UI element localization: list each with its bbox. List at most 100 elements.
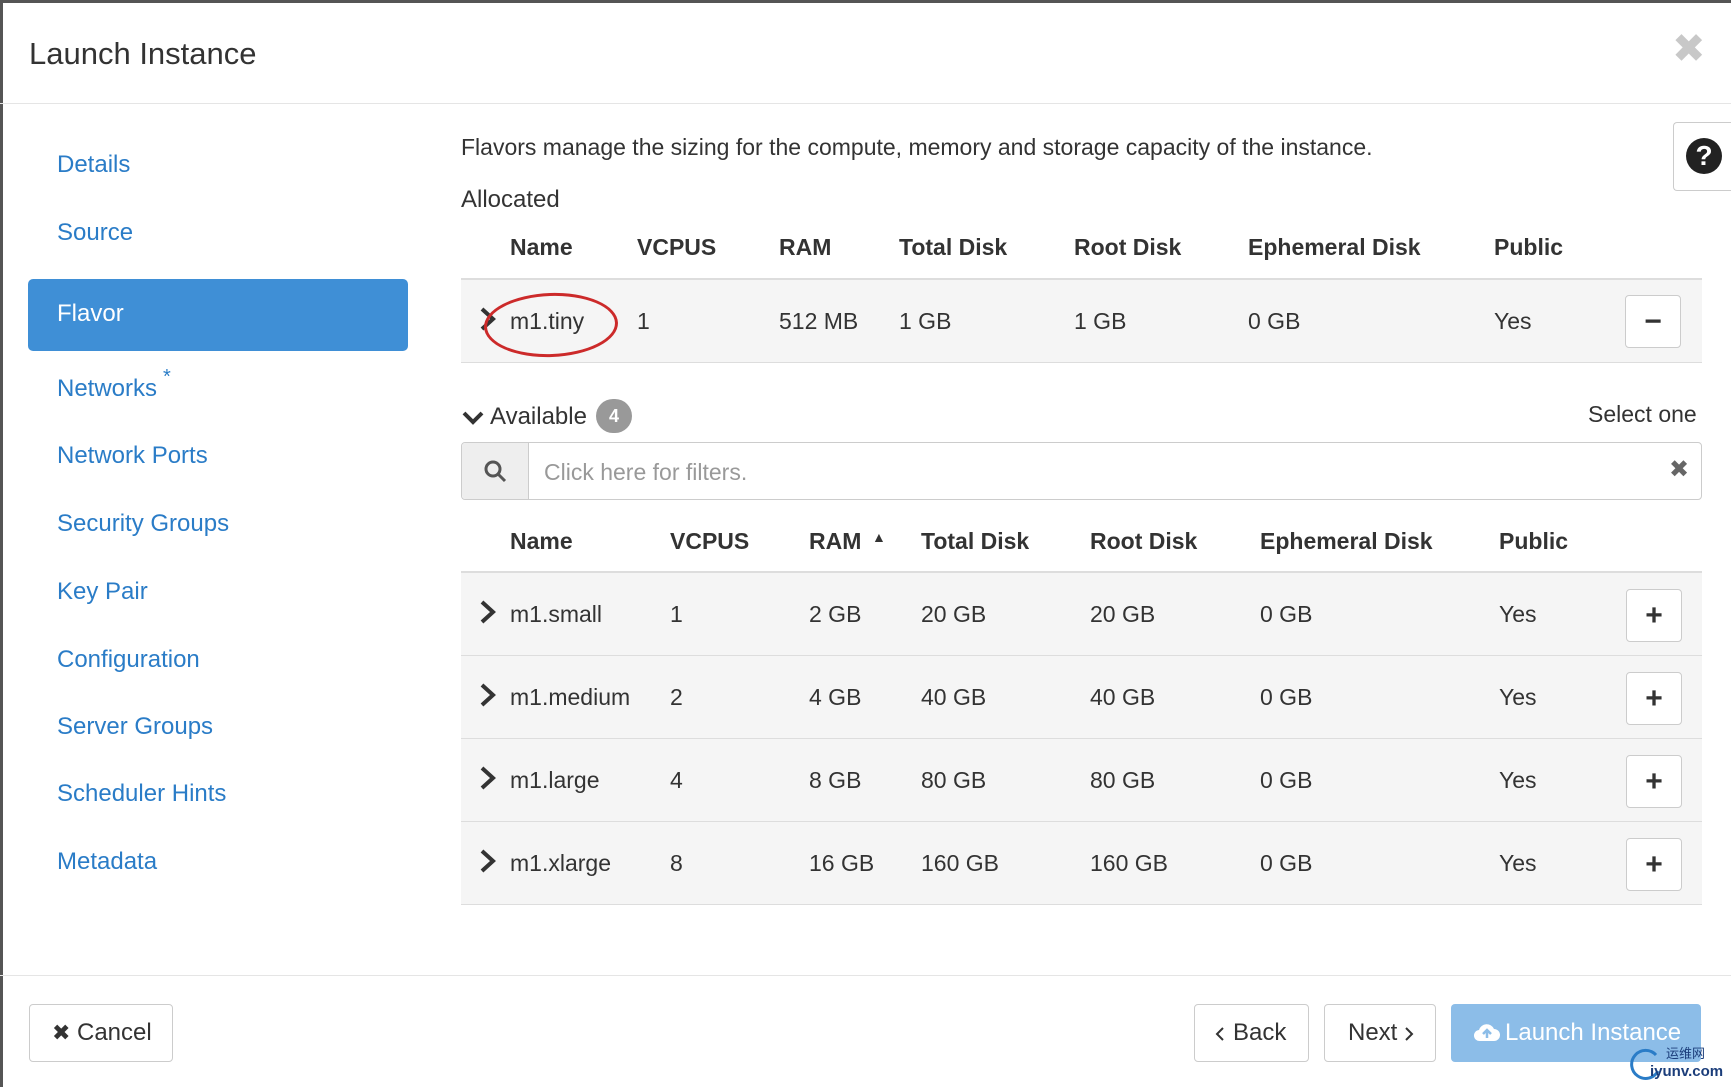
allocate-button[interactable]: +: [1626, 672, 1682, 725]
nav-item-flavor[interactable]: Flavor: [28, 279, 408, 351]
close-icon: ✖: [52, 1020, 71, 1045]
flavor-total-disk: 1 GB: [899, 308, 952, 334]
nav-item-label: Source: [57, 219, 134, 246]
watermark-logo: 运维网 iyunv.com: [1626, 1043, 1726, 1083]
select-one-hint: Select one: [1588, 401, 1697, 427]
filter-bar: ✖: [461, 442, 1702, 500]
flavor-vcpus: 1: [637, 308, 650, 334]
allocate-button[interactable]: +: [1626, 755, 1682, 808]
available-col-ephemeral-disk[interactable]: Ephemeral Disk: [1260, 528, 1433, 555]
plus-icon: +: [1645, 848, 1663, 881]
footer-divider: [0, 975, 1731, 976]
table-row: m1.xlarge 8 16 GB 160 GB 160 GB 0 GB Yes…: [461, 822, 1702, 905]
search-icon: [484, 460, 507, 483]
clear-filter-icon[interactable]: ✖: [1669, 455, 1689, 484]
flavor-name: m1.large: [510, 767, 600, 793]
flavor-ephemeral-disk: 0 GB: [1248, 308, 1301, 334]
nav-item-label: Flavor: [57, 300, 124, 327]
close-icon[interactable]: ✖: [1672, 26, 1706, 72]
filter-input[interactable]: [542, 456, 1646, 488]
help-button[interactable]: ?: [1673, 122, 1731, 191]
cancel-button[interactable]: ✖ Cancel: [29, 1004, 173, 1062]
table-row: m1.tiny 1 512 MB 1 GB 1 GB 0 GB Yes −: [461, 280, 1702, 363]
plus-icon: +: [1645, 682, 1663, 715]
allocated-col-ram[interactable]: RAM: [779, 234, 831, 261]
allocated-col-public[interactable]: Public: [1494, 234, 1563, 261]
plus-icon: +: [1645, 599, 1663, 632]
nav-item-label: Configuration: [57, 646, 200, 673]
flavor-public: Yes: [1499, 684, 1537, 710]
flavor-ram: 512 MB: [779, 308, 859, 334]
allocated-col-ephemeral-disk[interactable]: Ephemeral Disk: [1248, 234, 1421, 261]
next-label: Next: [1348, 1019, 1398, 1046]
available-col-root-disk[interactable]: Root Disk: [1090, 528, 1197, 555]
table-row: m1.large 4 8 GB 80 GB 80 GB 0 GB Yes +: [461, 739, 1702, 822]
back-label: Back: [1233, 1019, 1287, 1046]
available-title[interactable]: Available: [490, 403, 587, 431]
flavor-ephemeral-disk: 0 GB: [1260, 684, 1313, 710]
nav-item-label: Scheduler Hints: [57, 780, 227, 807]
chevron-left-icon: [1215, 1027, 1224, 1041]
nav-item-label: Networks: [57, 375, 158, 402]
flavor-name: m1.medium: [510, 684, 631, 710]
allocate-button[interactable]: +: [1626, 589, 1682, 642]
flavor-root-disk: 80 GB: [1090, 767, 1156, 793]
flavor-vcpus: 2: [670, 684, 683, 710]
cloud-upload-icon: [1473, 1024, 1500, 1042]
nav-item-scheduler-hints[interactable]: Scheduler Hints: [28, 759, 408, 831]
chevron-down-icon[interactable]: [461, 409, 485, 427]
nav-item-metadata[interactable]: Metadata: [28, 827, 408, 899]
chevron-right-icon[interactable]: [474, 846, 502, 876]
flavor-name: m1.xlarge: [510, 850, 611, 876]
flavor-ephemeral-disk: 0 GB: [1260, 601, 1313, 627]
nav-item-key-pair[interactable]: Key Pair: [28, 557, 408, 629]
flavor-vcpus: 4: [670, 767, 683, 793]
nav-item-label: Network Ports: [57, 442, 208, 469]
available-col-public[interactable]: Public: [1499, 528, 1568, 555]
flavor-total-disk: 20 GB: [921, 601, 987, 627]
nav-item-details[interactable]: Details: [28, 130, 408, 202]
nav-item-label: Server Groups: [57, 713, 214, 740]
available-col-total-disk[interactable]: Total Disk: [921, 528, 1029, 555]
allocated-col-name[interactable]: Name: [510, 234, 573, 261]
flavor-name: m1.small: [510, 601, 603, 627]
flavor-total-disk: 80 GB: [921, 767, 987, 793]
chevron-right-icon[interactable]: [474, 763, 502, 793]
allocated-title: Allocated: [461, 186, 560, 213]
available-col-ram[interactable]: RAM: [809, 528, 861, 555]
nav-item-network-ports[interactable]: Network Ports: [28, 421, 408, 493]
nav-item-source[interactable]: Source: [28, 198, 408, 270]
nav-item-server-groups[interactable]: Server Groups: [28, 692, 408, 764]
flavor-root-disk: 40 GB: [1090, 684, 1156, 710]
flavor-ephemeral-disk: 0 GB: [1260, 850, 1313, 876]
flavor-public: Yes: [1499, 850, 1537, 876]
flavor-public: Yes: [1499, 767, 1537, 793]
flavor-ram: 16 GB: [809, 850, 875, 876]
modal-header: Launch Instance ✖: [0, 0, 1731, 104]
allocate-button[interactable]: +: [1626, 838, 1682, 891]
nav-item-label: Details: [57, 151, 131, 178]
flavor-public: Yes: [1499, 601, 1537, 627]
modal-title: Launch Instance: [29, 36, 257, 71]
allocated-col-root-disk[interactable]: Root Disk: [1074, 234, 1181, 261]
flavor-ephemeral-disk: 0 GB: [1260, 767, 1313, 793]
allocated-col-total-disk[interactable]: Total Disk: [899, 234, 1007, 261]
next-button[interactable]: Next: [1324, 1004, 1436, 1062]
deallocate-button[interactable]: −: [1625, 295, 1681, 348]
chevron-right-icon[interactable]: [474, 597, 502, 627]
back-button[interactable]: Back: [1194, 1004, 1309, 1062]
filter-addon: [462, 443, 529, 499]
flavor-root-disk: 1 GB: [1074, 308, 1127, 334]
nav-item-label: Key Pair: [57, 578, 148, 605]
allocated-col-vcpus[interactable]: VCPUS: [637, 234, 716, 261]
nav-item-networks[interactable]: Networks *: [28, 354, 408, 426]
table-row: m1.small 1 2 GB 20 GB 20 GB 0 GB Yes +: [461, 573, 1702, 656]
chevron-right-icon[interactable]: [474, 680, 502, 710]
available-count-badge: 4: [596, 399, 632, 433]
nav-item-configuration[interactable]: Configuration: [28, 625, 408, 697]
nav-item-security-groups[interactable]: Security Groups: [28, 489, 408, 561]
available-col-name[interactable]: Name: [510, 528, 573, 555]
flavor-ram: 8 GB: [809, 767, 862, 793]
flavor-root-disk: 20 GB: [1090, 601, 1156, 627]
available-col-vcpus[interactable]: VCPUS: [670, 528, 749, 555]
